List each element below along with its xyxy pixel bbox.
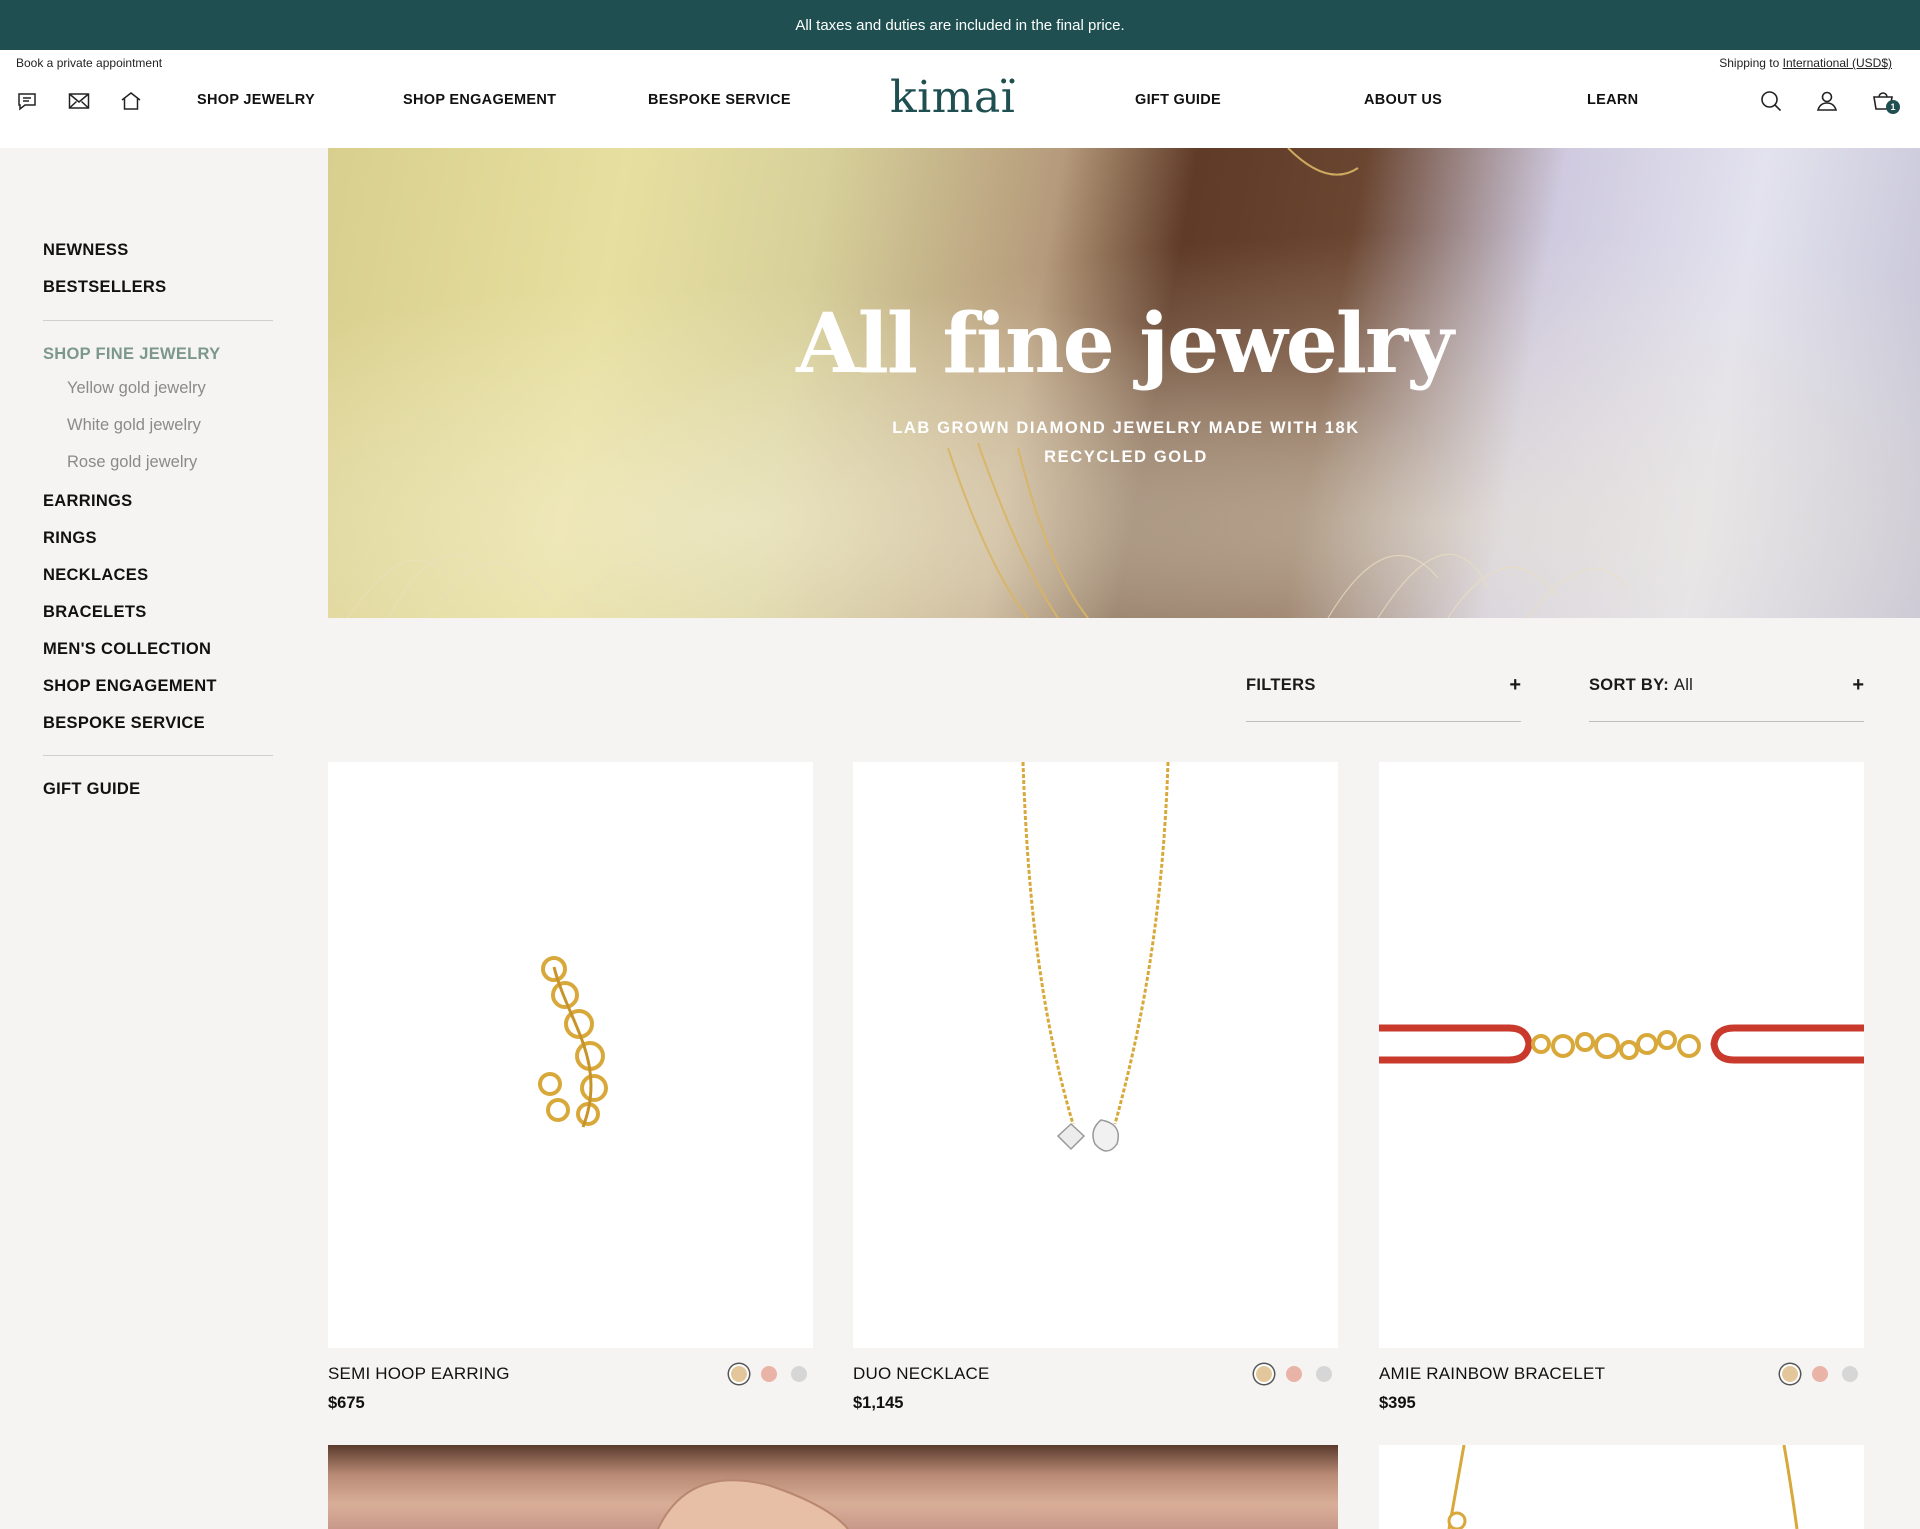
duo-necklace-illustration bbox=[1021, 762, 1170, 1152]
swatch-yellow-gold[interactable] bbox=[1782, 1366, 1798, 1382]
header-left-icons bbox=[14, 88, 144, 114]
product-name[interactable]: AMIE RAINBOW BRACELET bbox=[1379, 1364, 1605, 1384]
sidebar-item-bracelets[interactable]: BRACELETS bbox=[43, 603, 147, 622]
sidebar-item-shop-engagement[interactable]: SHOP ENGAGEMENT bbox=[43, 677, 217, 696]
sidebar-item-necklaces[interactable]: NECKLACES bbox=[43, 566, 148, 585]
hoop-earring-illustration bbox=[538, 956, 608, 1128]
editorial-image[interactable] bbox=[328, 1445, 1338, 1529]
swatch-white-gold[interactable] bbox=[791, 1366, 807, 1382]
sidebar-item-earrings[interactable]: EARRINGS bbox=[43, 492, 133, 511]
announcement-bar: All taxes and duties are included in the… bbox=[0, 0, 1920, 50]
product-image[interactable] bbox=[328, 762, 813, 1348]
filters-expand-icon: + bbox=[1509, 674, 1521, 696]
cart-icon[interactable]: 1 bbox=[1870, 88, 1900, 114]
sidebar-item-mens-collection[interactable]: MEN'S COLLECTION bbox=[43, 640, 211, 659]
product-price: $395 bbox=[1379, 1394, 1416, 1412]
product-image[interactable] bbox=[1379, 762, 1864, 1348]
sort-label: SORT BY: bbox=[1589, 676, 1670, 694]
shipping-prefix: Shipping to bbox=[1719, 56, 1780, 70]
sidebar-item-shop-fine-jewelry[interactable]: SHOP FINE JEWELRY bbox=[43, 345, 220, 364]
hero-title: All fine jewelry bbox=[796, 296, 1454, 392]
sort-dropdown[interactable]: SORT BY: All + bbox=[1589, 674, 1864, 722]
filters-toggle[interactable]: FILTERS + bbox=[1246, 674, 1521, 722]
swatch-rose-gold[interactable] bbox=[1286, 1366, 1302, 1382]
swatch-rose-gold[interactable] bbox=[1812, 1366, 1828, 1382]
product-card[interactable]: AMIE RAINBOW BRACELET $395 bbox=[1379, 762, 1864, 1412]
chat-icon[interactable] bbox=[14, 88, 40, 114]
swatch-rose-gold[interactable] bbox=[761, 1366, 777, 1382]
sidebar-item-newness[interactable]: NEWNESS bbox=[43, 241, 129, 260]
filters-label: FILTERS bbox=[1246, 676, 1316, 694]
header-right-icons: 1 bbox=[1758, 88, 1900, 114]
product-card[interactable]: SEMI HOOP EARRING $675 bbox=[328, 762, 813, 1412]
nav-bespoke-service[interactable]: BESPOKE SERVICE bbox=[648, 92, 791, 108]
hero-subtitle: LAB GROWN DIAMOND JEWELRY MADE WITH 18K … bbox=[892, 419, 1360, 466]
sort-label-wrap: SORT BY: All bbox=[1589, 676, 1693, 695]
cart-count-badge: 1 bbox=[1886, 100, 1900, 114]
swatch-yellow-gold[interactable] bbox=[1256, 1366, 1272, 1382]
account-icon[interactable] bbox=[1814, 88, 1840, 114]
sidebar-item-rings[interactable]: RINGS bbox=[43, 529, 97, 548]
sidebar-item-bespoke-service[interactable]: BESPOKE SERVICE bbox=[43, 714, 205, 733]
shipping-selector[interactable]: Shipping to International (USD$) bbox=[1719, 56, 1892, 70]
product-image[interactable] bbox=[1379, 1445, 1864, 1529]
product-name[interactable]: DUO NECKLACE bbox=[853, 1364, 990, 1384]
book-appointment-link[interactable]: Book a private appointment bbox=[16, 56, 162, 70]
nav-shop-engagement[interactable]: SHOP ENGAGEMENT bbox=[403, 92, 556, 108]
mail-icon[interactable] bbox=[66, 88, 92, 114]
nav-learn[interactable]: LEARN bbox=[1587, 92, 1638, 108]
necklace-preview-illustration bbox=[1447, 1445, 1799, 1529]
home-icon[interactable] bbox=[118, 88, 144, 114]
sort-expand-icon: + bbox=[1852, 674, 1864, 696]
swatch-yellow-gold[interactable] bbox=[731, 1366, 747, 1382]
product-card[interactable]: DUO NECKLACE $1,145 bbox=[853, 762, 1338, 1412]
category-sidebar: NEWNESS BESTSELLERS SHOP FINE JEWELRY Ye… bbox=[0, 148, 328, 1529]
sidebar-divider bbox=[43, 320, 273, 321]
color-swatches bbox=[1782, 1366, 1858, 1382]
color-swatches bbox=[1256, 1366, 1332, 1382]
sort-value: All bbox=[1673, 676, 1694, 694]
color-swatches bbox=[731, 1366, 807, 1382]
rainbow-bracelet-illustration bbox=[1379, 1024, 1864, 1064]
product-price: $675 bbox=[328, 1394, 365, 1412]
sidebar-item-yellow-gold[interactable]: Yellow gold jewelry bbox=[67, 379, 206, 398]
kimai-logo[interactable]: kimaï bbox=[890, 72, 1015, 123]
product-price: $1,145 bbox=[853, 1394, 904, 1412]
sidebar-item-rose-gold[interactable]: Rose gold jewelry bbox=[67, 453, 197, 472]
site-header: Book a private appointment Shipping to I… bbox=[0, 50, 1920, 148]
swatch-white-gold[interactable] bbox=[1842, 1366, 1858, 1382]
swatch-white-gold[interactable] bbox=[1316, 1366, 1332, 1382]
product-image[interactable] bbox=[853, 762, 1338, 1348]
sidebar-divider bbox=[43, 755, 273, 756]
ear-photo-illustration bbox=[657, 1479, 849, 1529]
hero-banner: All fine jewelry LAB GROWN DIAMOND JEWEL… bbox=[328, 148, 1920, 618]
announcement-text: All taxes and duties are included in the… bbox=[795, 16, 1125, 34]
shipping-region-link[interactable]: International (USD$) bbox=[1783, 56, 1892, 70]
nav-gift-guide[interactable]: GIFT GUIDE bbox=[1135, 92, 1221, 108]
product-name[interactable]: SEMI HOOP EARRING bbox=[328, 1364, 510, 1384]
sidebar-item-white-gold[interactable]: White gold jewelry bbox=[67, 416, 201, 435]
search-icon[interactable] bbox=[1758, 88, 1784, 114]
sidebar-item-gift-guide[interactable]: GIFT GUIDE bbox=[43, 780, 140, 799]
nav-about-us[interactable]: ABOUT US bbox=[1364, 92, 1442, 108]
nav-shop-jewelry[interactable]: SHOP JEWELRY bbox=[197, 92, 315, 108]
sidebar-item-bestsellers[interactable]: BESTSELLERS bbox=[43, 278, 166, 297]
